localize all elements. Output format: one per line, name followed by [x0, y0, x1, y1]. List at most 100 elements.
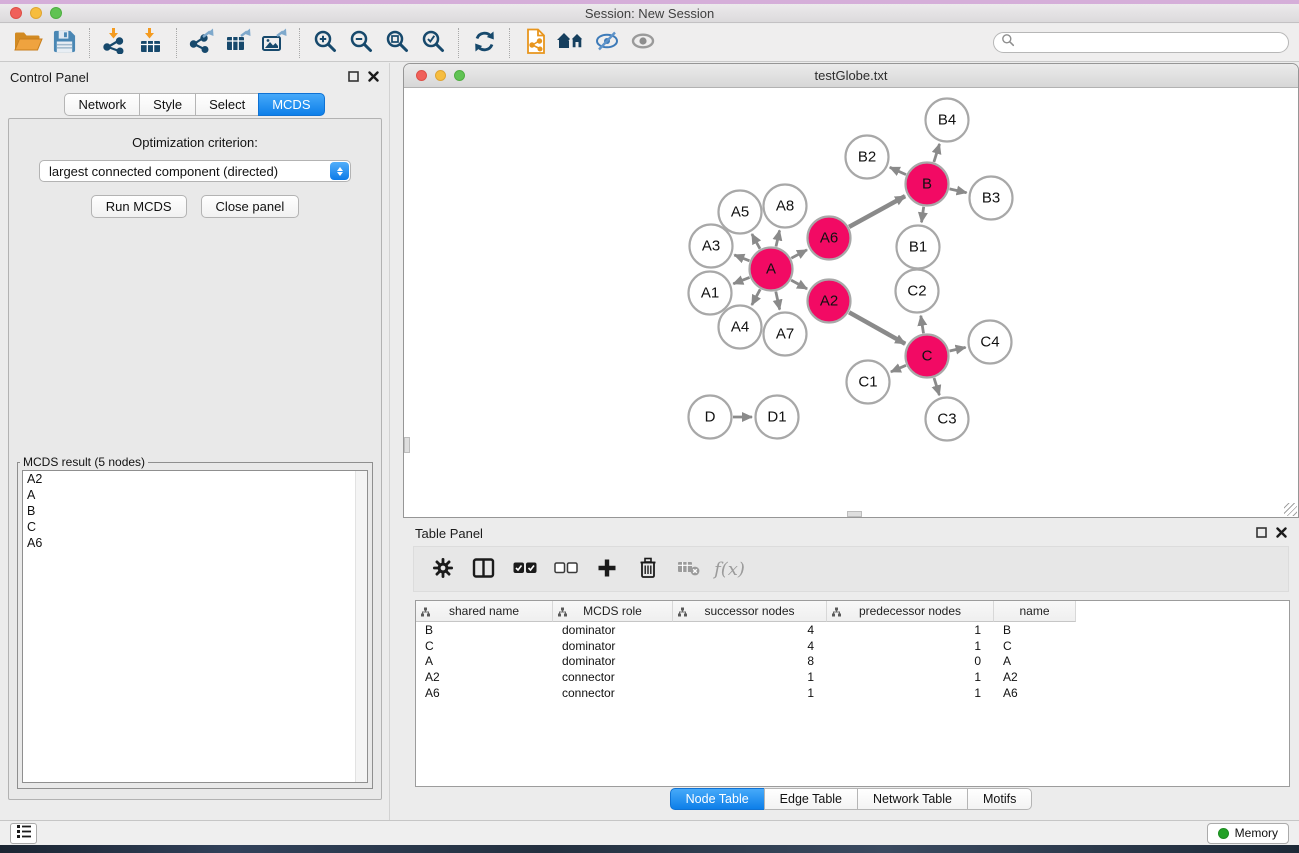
graph-node-A6[interactable]: A6: [808, 217, 851, 260]
export-image-button[interactable]: [256, 26, 292, 60]
home-button[interactable]: [553, 26, 589, 60]
graph-node-A3[interactable]: A3: [690, 225, 733, 268]
tab-motifs[interactable]: Motifs: [967, 788, 1032, 810]
graph-edge-B-B4[interactable]: [934, 144, 940, 162]
column-header-predecessor-nodes[interactable]: predecessor nodes: [827, 601, 994, 622]
tab-mcds[interactable]: MCDS: [258, 93, 324, 116]
close-panel-button[interactable]: Close panel: [201, 195, 300, 218]
panel-handle[interactable]: [847, 511, 862, 517]
graph-edge-C-C3[interactable]: [934, 378, 939, 395]
graph-edge-A-A2[interactable]: [791, 280, 807, 289]
zoom-selected-button[interactable]: [415, 26, 451, 60]
graph-edge-B-B3[interactable]: [950, 189, 967, 193]
table-row[interactable]: Bdominator41B: [416, 622, 1289, 638]
tab-node-table[interactable]: Node Table: [670, 788, 765, 810]
mcds-result-item[interactable]: C: [23, 519, 367, 535]
hide-annotations-button[interactable]: [589, 26, 625, 60]
graph-edge-A-A8[interactable]: [776, 230, 780, 246]
graph-node-A1[interactable]: A1: [689, 272, 732, 315]
panel-handle[interactable]: [404, 437, 410, 453]
close-panel-icon[interactable]: [1276, 526, 1287, 541]
graph-node-A7[interactable]: A7: [764, 313, 807, 356]
graph-node-A[interactable]: A: [750, 248, 793, 291]
table-row[interactable]: Adominator80A: [416, 654, 1289, 670]
new-network-from-selection-button[interactable]: [517, 26, 553, 60]
graph-node-C2[interactable]: C2: [896, 270, 939, 313]
export-table-button[interactable]: [220, 26, 256, 60]
delete-column-button[interactable]: [629, 551, 666, 587]
search-box[interactable]: [993, 32, 1289, 53]
graph-edge-C-C2[interactable]: [921, 316, 924, 334]
tab-edge-table[interactable]: Edge Table: [764, 788, 858, 810]
graph-edge-B-B1[interactable]: [922, 207, 924, 223]
graph-edge-C-C4[interactable]: [950, 347, 966, 351]
graph-node-A5[interactable]: A5: [719, 191, 762, 234]
graph-node-A4[interactable]: A4: [719, 306, 762, 349]
delete-table-button[interactable]: [670, 551, 707, 587]
graph-edge-A2-C[interactable]: [849, 312, 905, 344]
column-header-mcds-role[interactable]: MCDS role: [553, 601, 673, 622]
float-panel-icon[interactable]: [1256, 526, 1267, 541]
graph-node-D1[interactable]: D1: [756, 396, 799, 439]
zoom-in-button[interactable]: [307, 26, 343, 60]
graph-edge-A-A6[interactable]: [791, 250, 807, 258]
graph-edge-C-C1[interactable]: [891, 365, 906, 372]
resize-grip[interactable]: [1284, 503, 1297, 516]
memory-button[interactable]: Memory: [1207, 823, 1289, 844]
import-table-button[interactable]: [133, 26, 169, 60]
graph-node-B1[interactable]: B1: [897, 226, 940, 269]
mcds-result-item[interactable]: A: [23, 487, 367, 503]
apply-layout-button[interactable]: [466, 26, 502, 60]
graph-node-B2[interactable]: B2: [846, 136, 889, 179]
network-canvas[interactable]: A5A8 A3A1A4A7 A A6 A2 B2 B4 B B3 B1C2 C4 C C1 C3 D D1: [404, 88, 1298, 517]
graph-edge-A-A1[interactable]: [733, 277, 749, 283]
graph-edge-A6-B[interactable]: [849, 196, 905, 227]
graph-node-C1[interactable]: C1: [847, 361, 890, 404]
column-header-shared-name[interactable]: shared name: [416, 601, 553, 622]
mcds-result-item[interactable]: B: [23, 503, 367, 519]
mcds-result-item[interactable]: A2: [23, 471, 367, 487]
graph-edge-B-B2[interactable]: [890, 167, 906, 174]
graph-node-B[interactable]: B: [906, 163, 949, 206]
table-row[interactable]: A2connector11A2: [416, 669, 1289, 685]
criterion-dropdown[interactable]: largest connected component (directed): [39, 160, 351, 182]
task-history-button[interactable]: [10, 823, 37, 844]
close-panel-icon[interactable]: [368, 70, 379, 85]
graph-node-A2[interactable]: A2: [808, 280, 851, 323]
zoom-out-button[interactable]: [343, 26, 379, 60]
tab-style[interactable]: Style: [139, 93, 196, 116]
show-annotations-button[interactable]: [625, 26, 661, 60]
table-row[interactable]: A6connector11A6: [416, 685, 1289, 701]
select-all-button[interactable]: [506, 551, 543, 587]
search-input[interactable]: [1015, 35, 1281, 51]
show-columns-button[interactable]: [465, 551, 502, 587]
graph-edge-A-A5[interactable]: [752, 234, 760, 249]
open-file-button[interactable]: [10, 26, 46, 60]
tab-select[interactable]: Select: [195, 93, 259, 116]
scrollbar[interactable]: [355, 471, 367, 782]
function-builder-button[interactable]: f(x): [711, 551, 748, 587]
tab-network[interactable]: Network: [64, 93, 140, 116]
export-network-button[interactable]: [184, 26, 220, 60]
graph-edge-A-A7[interactable]: [776, 292, 780, 310]
save-session-button[interactable]: [46, 26, 82, 60]
graph-node-A8[interactable]: A8: [764, 185, 807, 228]
mcds-result-item[interactable]: A6: [23, 535, 367, 551]
table-row[interactable]: Cdominator41C: [416, 638, 1289, 654]
add-column-button[interactable]: [588, 551, 625, 587]
graph-node-C3[interactable]: C3: [926, 398, 969, 441]
zoom-fit-button[interactable]: [379, 26, 415, 60]
graph-edge-A-A4[interactable]: [752, 289, 760, 305]
graph-node-C4[interactable]: C4: [969, 321, 1012, 364]
column-header-successor-nodes[interactable]: successor nodes: [673, 601, 827, 622]
deselect-all-button[interactable]: [547, 551, 584, 587]
graph-node-B3[interactable]: B3: [970, 177, 1013, 220]
graph-node-C[interactable]: C: [906, 335, 949, 378]
table-settings-button[interactable]: [424, 551, 461, 587]
import-network-button[interactable]: [97, 26, 133, 60]
column-header-name[interactable]: name: [994, 601, 1076, 622]
float-panel-icon[interactable]: [348, 70, 359, 85]
graph-node-B4[interactable]: B4: [926, 99, 969, 142]
graph-edge-A-A3[interactable]: [734, 255, 749, 261]
graph-node-D[interactable]: D: [689, 396, 732, 439]
